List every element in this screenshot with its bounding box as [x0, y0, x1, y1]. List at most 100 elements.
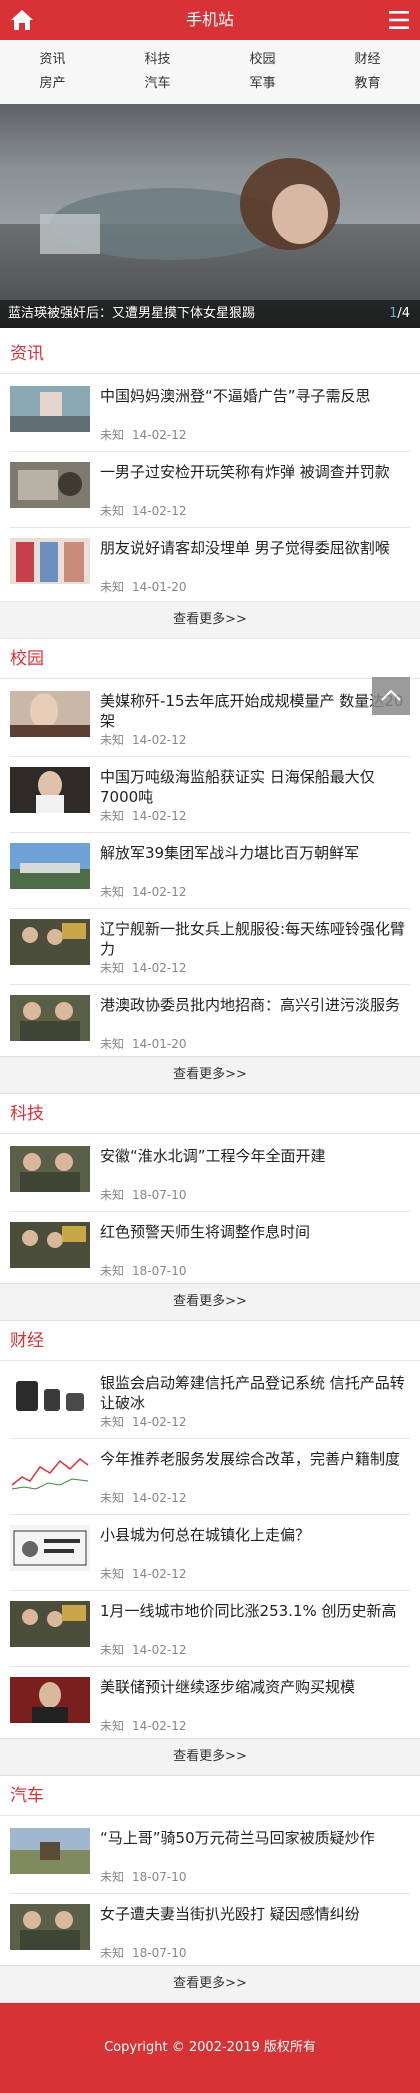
- news-source: 未知: [100, 1264, 125, 1278]
- news-headline[interactable]: 港澳政协委员批内地招商：高兴引进污淡服务: [100, 995, 410, 1015]
- news-headline[interactable]: 中国万吨级海监船获证实 日海保船最大仅7000吨: [100, 767, 410, 807]
- news-date: 14-02-12: [132, 1719, 187, 1733]
- news-source: 未知: [100, 504, 125, 518]
- news-source: 未知: [100, 428, 125, 442]
- news-meta: 未知 14-02-12: [100, 807, 194, 824]
- menu-icon[interactable]: [388, 9, 410, 31]
- news-date: 14-02-12: [132, 809, 187, 823]
- list-item[interactable]: 1月一线城市地价同比涨253.1% 创历史新高 未知 14-02-12: [0, 1591, 420, 1667]
- news-thumbnail: [10, 1904, 90, 1950]
- more-link[interactable]: 查看更多>>: [0, 601, 420, 639]
- featured-slider[interactable]: 蓝洁瑛被强奸后：又遭男星摸下体女星狠踢 1/4: [0, 104, 420, 328]
- news-source: 未知: [100, 1946, 125, 1960]
- news-headline[interactable]: 辽宁舰新一批女兵上舰服役:每天练哑铃强化臂力: [100, 919, 410, 959]
- news-date: 14-02-12: [132, 1567, 187, 1581]
- news-source: 未知: [100, 961, 125, 975]
- news-headline[interactable]: 1月一线城市地价同比涨253.1% 创历史新高: [100, 1601, 410, 1621]
- section-title-xiaoyuan[interactable]: 校园: [0, 639, 420, 679]
- news-headline[interactable]: 中国妈妈澳洲登“不逼婚广告”寻子需反思: [100, 386, 410, 406]
- news-meta: 未知 14-01-20: [100, 1035, 194, 1052]
- more-link[interactable]: 查看更多>>: [0, 1283, 420, 1321]
- list-item[interactable]: 红色预警天师生将调整作息时间 未知 18-07-10: [0, 1212, 420, 1288]
- nav-item-jiaoyu[interactable]: 教育: [315, 72, 420, 96]
- list-item[interactable]: 女子遭夫妻当街扒光殴打 疑因感情纠纷 未知 18-07-10: [0, 1894, 420, 1970]
- nav-item-fangchan[interactable]: 房产: [0, 72, 105, 96]
- list-item[interactable]: 港澳政协委员批内地招商：高兴引进污淡服务 未知 14-01-20: [0, 985, 420, 1061]
- list-item[interactable]: 小县城为何总在城镇化上走偏？ 未知 14-02-12: [0, 1515, 420, 1591]
- nav-item-junshi[interactable]: 军事: [210, 72, 315, 96]
- nav-item-qiche[interactable]: 汽车: [105, 72, 210, 96]
- list-item[interactable]: 中国妈妈澳洲登“不逼婚广告”寻子需反思 未知 14-02-12: [0, 376, 420, 452]
- list-item[interactable]: “马上哥”骑50万元荷兰马回家被质疑炒作 未知 18-07-10: [0, 1818, 420, 1894]
- news-date: 14-02-12: [132, 1415, 187, 1429]
- nav-item-zixun[interactable]: 资讯: [0, 48, 105, 72]
- news-headline[interactable]: 安徽“淮水北调”工程今年全面开建: [100, 1146, 410, 1166]
- section-title-zixun[interactable]: 资讯: [0, 334, 420, 374]
- back-to-top-button[interactable]: [372, 677, 410, 715]
- news-headline[interactable]: 美联储预计继续逐步缩减资产购买规模: [100, 1677, 410, 1697]
- slider-image: [0, 158, 420, 328]
- news-headline[interactable]: 红色预警天师生将调整作息时间: [100, 1222, 410, 1242]
- chevron-up-icon: [381, 689, 401, 701]
- section-title-keji[interactable]: 科技: [0, 1094, 420, 1134]
- more-link[interactable]: 查看更多>>: [0, 1965, 420, 2003]
- news-headline[interactable]: 银监会启动筹建信托产品登记系统 信托产品转让破冰: [100, 1373, 410, 1413]
- news-headline[interactable]: 朋友说好请客却没埋单 男子觉得委屈欲割喉: [100, 538, 410, 558]
- list-item[interactable]: 朋友说好请客却没埋单 男子觉得委屈欲割喉 未知 14-01-20: [0, 528, 420, 604]
- more-link[interactable]: 查看更多>>: [0, 1738, 420, 1776]
- news-thumbnail: [10, 386, 90, 432]
- news-headline[interactable]: 小县城为何总在城镇化上走偏？: [100, 1525, 410, 1545]
- nav-item-caijing[interactable]: 财经: [315, 48, 420, 72]
- news-meta: 未知 14-02-12: [100, 502, 194, 519]
- news-headline[interactable]: 今年推养老服务发展综合改革，完善户籍制度: [100, 1449, 410, 1469]
- news-meta: 未知 14-02-12: [100, 1489, 194, 1506]
- news-thumbnail: [10, 1222, 90, 1268]
- slider-caption-text[interactable]: 蓝洁瑛被强奸后：又遭男星摸下体女星狠踢: [8, 300, 255, 328]
- news-date: 14-02-12: [132, 504, 187, 518]
- news-thumbnail: [10, 995, 90, 1041]
- news-source: 未知: [100, 1491, 125, 1505]
- list-item[interactable]: 银监会启动筹建信托产品登记系统 信托产品转让破冰 未知 14-02-12: [0, 1363, 420, 1439]
- news-thumbnail: [10, 767, 90, 813]
- news-date: 14-02-12: [132, 961, 187, 975]
- list-item[interactable]: 解放军39集团军战斗力堪比百万朝鲜军 未知 14-02-12: [0, 833, 420, 909]
- news-meta: 未知 18-07-10: [100, 1186, 194, 1203]
- list-item[interactable]: 中国万吨级海监船获证实 日海保船最大仅7000吨 未知 14-02-12: [0, 757, 420, 833]
- news-headline[interactable]: “马上哥”骑50万元荷兰马回家被质疑炒作: [100, 1828, 410, 1848]
- news-date: 14-02-12: [132, 428, 187, 442]
- slider-pager: 1/4: [389, 300, 410, 328]
- news-meta: 未知 14-02-12: [100, 1413, 194, 1430]
- news-thumbnail: [10, 1449, 90, 1495]
- news-headline[interactable]: 解放军39集团军战斗力堪比百万朝鲜军: [100, 843, 410, 863]
- list-item[interactable]: 今年推养老服务发展综合改革，完善户籍制度 未知 14-02-12: [0, 1439, 420, 1515]
- news-date: 14-02-12: [132, 885, 187, 899]
- news-meta: 未知 18-07-10: [100, 1262, 194, 1279]
- list-item[interactable]: 美媒称歼-15去年底开始成规模量产 数量达20架 未知 14-02-12: [0, 681, 420, 757]
- news-date: 14-01-20: [132, 1037, 187, 1051]
- section-title-qiche[interactable]: 汽车: [0, 1776, 420, 1816]
- news-headline[interactable]: 美媒称歼-15去年底开始成规模量产 数量达20架: [100, 691, 410, 731]
- news-meta: 未知 14-02-12: [100, 426, 194, 443]
- news-source: 未知: [100, 1870, 125, 1884]
- top-bar: 手机站: [0, 0, 420, 40]
- section-title-caijing[interactable]: 财经: [0, 1321, 420, 1361]
- news-meta: 未知 14-02-12: [100, 883, 194, 900]
- list-item[interactable]: 一男子过安检开玩笑称有炸弹 被调查并罚款 未知 14-02-12: [0, 452, 420, 528]
- nav-item-xiaoyuan[interactable]: 校园: [210, 48, 315, 72]
- site-title: 手机站: [185, 10, 234, 29]
- category-nav: 资讯 科技 校园 财经 房产 汽车 军事 教育: [0, 40, 420, 104]
- news-headline[interactable]: 女子遭夫妻当街扒光殴打 疑因感情纠纷: [100, 1904, 410, 1924]
- nav-item-keji[interactable]: 科技: [105, 48, 210, 72]
- news-meta: 未知 18-07-10: [100, 1944, 194, 1961]
- news-thumbnail: [10, 1373, 90, 1419]
- list-item[interactable]: 美联储预计继续逐步缩减资产购买规模 未知 14-02-12: [0, 1667, 420, 1743]
- list-item[interactable]: 辽宁舰新一批女兵上舰服役:每天练哑铃强化臂力 未知 14-02-12: [0, 909, 420, 985]
- more-link[interactable]: 查看更多>>: [0, 1056, 420, 1094]
- news-headline[interactable]: 一男子过安检开玩笑称有炸弹 被调查并罚款: [100, 462, 410, 482]
- news-date: 18-07-10: [132, 1264, 187, 1278]
- news-source: 未知: [100, 1643, 125, 1657]
- news-thumbnail: [10, 919, 90, 965]
- list-item[interactable]: 安徽“淮水北调”工程今年全面开建 未知 18-07-10: [0, 1136, 420, 1212]
- news-source: 未知: [100, 733, 125, 747]
- news-meta: 未知 14-02-12: [100, 731, 194, 748]
